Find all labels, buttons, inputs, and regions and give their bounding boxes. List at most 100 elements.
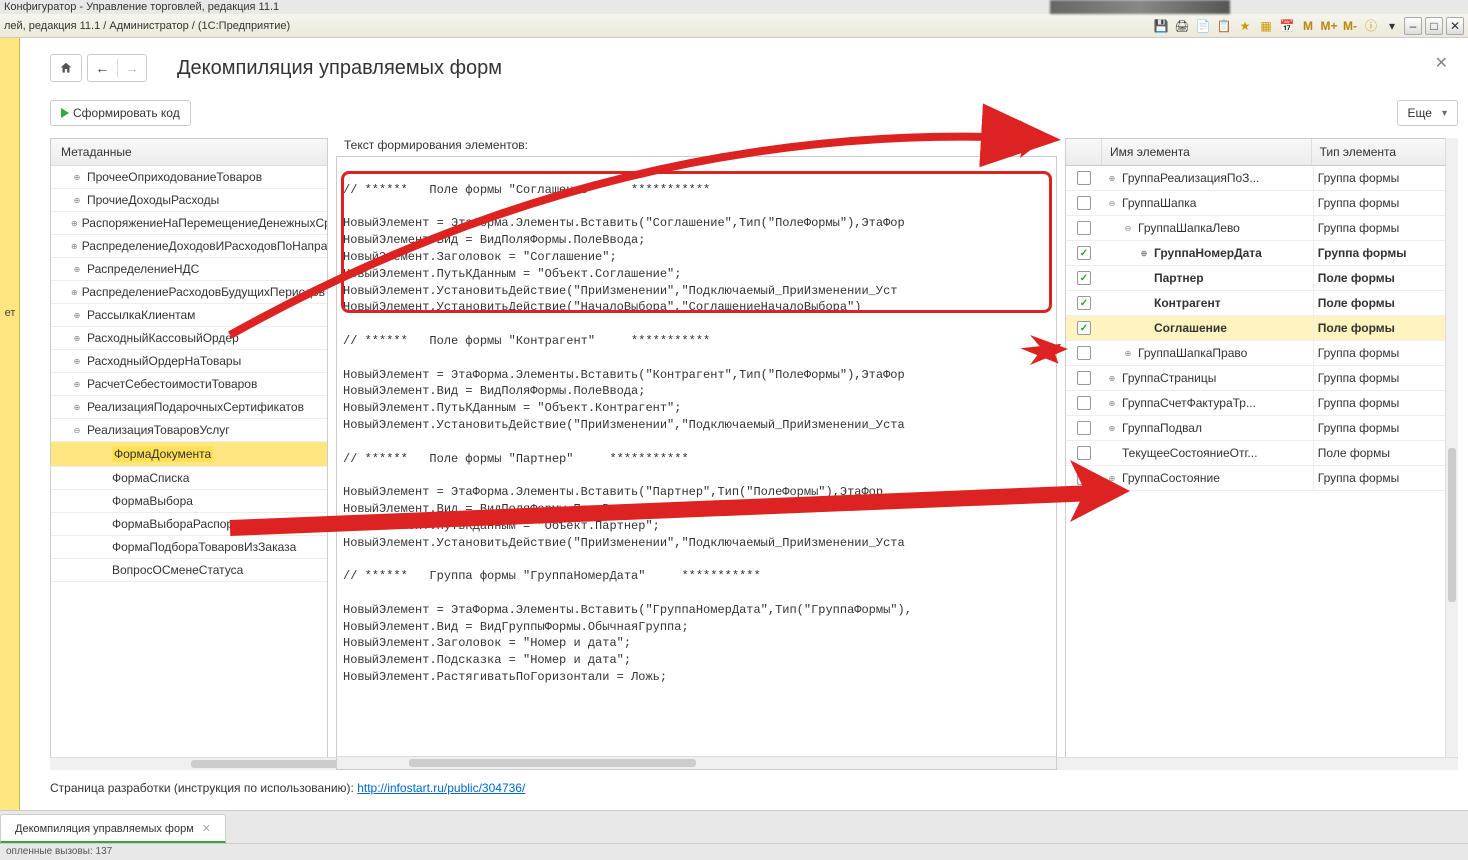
code-textarea[interactable]: // ****** Поле формы "Соглашение" ******… xyxy=(336,156,1057,770)
checkbox[interactable] xyxy=(1077,396,1091,410)
dropdown-icon[interactable]: ▾ xyxy=(1383,17,1401,35)
tab-close-icon[interactable]: ✕ xyxy=(202,822,211,835)
expand-icon[interactable]: ⊕ xyxy=(71,173,83,182)
checkbox[interactable] xyxy=(1077,421,1091,435)
calendar-icon[interactable]: 📅 xyxy=(1278,17,1296,35)
expand-icon[interactable]: ⊕ xyxy=(71,242,78,251)
table-row[interactable]: ⊕ГруппаШапкаПравоГруппа формы xyxy=(1066,341,1457,366)
tree-item[interactable]: ⊕РасчетСебестоимостиТоваров xyxy=(51,373,327,396)
back-icon[interactable]: ← xyxy=(88,60,117,76)
expand-icon[interactable]: ⊕ xyxy=(1106,424,1118,433)
table-row[interactable]: ✓⊕ГруппаНомерДатаГруппа формы xyxy=(1066,241,1457,266)
calc-icon[interactable]: ▦ xyxy=(1257,17,1275,35)
close-page-button[interactable]: ✕ xyxy=(1435,53,1448,73)
table-row[interactable]: ТекущееСостояниеОтг...Поле формы xyxy=(1066,441,1457,466)
expand-icon[interactable]: ⊕ xyxy=(71,357,83,366)
minimize-button[interactable]: – xyxy=(1404,17,1422,35)
tree-item[interactable]: ВопросОСменеСтатуса xyxy=(51,559,327,582)
expand-icon[interactable]: ⊕ xyxy=(1106,374,1118,383)
tree-item[interactable]: ФормаПодбораТоваровИзЗаказа xyxy=(51,536,327,559)
expand-icon[interactable]: ⊕ xyxy=(71,219,78,228)
more-button[interactable]: Еще xyxy=(1397,100,1458,126)
expand-icon[interactable]: ⊕ xyxy=(1106,174,1118,183)
maximize-button[interactable]: □ xyxy=(1425,17,1443,35)
tab-decompile[interactable]: Декомпиляция управляемых форм ✕ xyxy=(0,814,226,843)
tree-item[interactable]: ⊕РаспоряжениеНаПеремещениеДенежныхСредст… xyxy=(51,212,327,235)
expand-icon[interactable]: ⊖ xyxy=(71,426,83,435)
col-type[interactable]: Тип элемента xyxy=(1312,139,1457,165)
checkbox[interactable] xyxy=(1077,371,1091,385)
code-panel: Текст формирования элементов: // ****** … xyxy=(336,138,1057,770)
tree-item[interactable]: ФормаСписка xyxy=(51,467,327,490)
col-name[interactable]: Имя элемента xyxy=(1102,139,1312,165)
checkbox[interactable] xyxy=(1077,346,1091,360)
checkbox[interactable]: ✓ xyxy=(1077,296,1091,310)
tree-item[interactable]: ⊕РассылкаКлиентам xyxy=(51,304,327,327)
checkbox[interactable] xyxy=(1077,171,1091,185)
checkbox[interactable] xyxy=(1077,471,1091,485)
tree-item[interactable]: ⊕ПрочееОприходованиеТоваров xyxy=(51,166,327,189)
expand-icon[interactable]: ⊕ xyxy=(1122,349,1134,358)
expand-icon[interactable]: ⊕ xyxy=(71,288,78,297)
elements-table[interactable]: ⊕ГруппаРеализацияПоЗ...Группа формы⊖Груп… xyxy=(1066,166,1457,769)
tree-item[interactable]: ⊕РаспределениеДоходовИРасходовПоНаправле… xyxy=(51,235,327,258)
copy-icon[interactable]: 📋 xyxy=(1215,17,1233,35)
checkbox[interactable] xyxy=(1077,196,1091,210)
tree-item[interactable]: ⊕РаспределениеРасходовБудущихПериодов xyxy=(51,281,327,304)
memory-mminus-icon[interactable]: M- xyxy=(1341,17,1359,35)
table-row[interactable]: ✓КонтрагентПоле формы xyxy=(1066,291,1457,316)
expand-icon[interactable]: ⊕ xyxy=(71,334,83,343)
checkbox[interactable]: ✓ xyxy=(1077,271,1091,285)
expand-icon[interactable]: ⊕ xyxy=(71,265,83,274)
tree-item[interactable]: ⊕РасходныйКассовыйОрдер xyxy=(51,327,327,350)
expand-icon[interactable]: ⊖ xyxy=(1106,199,1118,208)
expand-icon[interactable]: ⊕ xyxy=(1106,474,1118,483)
metadata-tree[interactable]: ⊕ПрочееОприходованиеТоваров⊕ПрочиеДоходы… xyxy=(51,166,327,769)
table-row[interactable]: ⊕ГруппаСтраницыГруппа формы xyxy=(1066,366,1457,391)
forward-icon[interactable]: → xyxy=(118,60,147,76)
generate-code-button[interactable]: Сформировать код xyxy=(50,100,191,126)
close-window-button[interactable]: ✕ xyxy=(1446,17,1464,35)
table-row[interactable]: ⊕ГруппаСчетФактураТр...Группа формы xyxy=(1066,391,1457,416)
checkbox[interactable]: ✓ xyxy=(1077,321,1091,335)
table-row[interactable]: ⊕ГруппаПодвалГруппа формы xyxy=(1066,416,1457,441)
scrollbar-h[interactable] xyxy=(337,756,1056,769)
tree-item[interactable]: ⊕РасходныйОрдерНаТовары xyxy=(51,350,327,373)
nav-back-forward[interactable]: ← → xyxy=(87,54,147,82)
table-row[interactable]: ⊖ГруппаШапкаГруппа формы xyxy=(1066,191,1457,216)
tree-item[interactable]: ФормаВыбора xyxy=(51,490,327,513)
expand-icon[interactable]: ⊕ xyxy=(71,311,83,320)
tree-item[interactable]: ФормаВыбораРаспоряжения xyxy=(51,513,327,536)
tree-item[interactable]: ⊕РаспределениеНДС xyxy=(51,258,327,281)
expand-icon[interactable]: ⊕ xyxy=(1106,399,1118,408)
memory-m-icon[interactable]: M xyxy=(1299,17,1317,35)
scrollbar-h[interactable] xyxy=(50,757,328,770)
home-button[interactable] xyxy=(50,54,82,82)
table-row[interactable]: ✓ПартнерПоле формы xyxy=(1066,266,1457,291)
star-icon[interactable]: ★ xyxy=(1236,17,1254,35)
save-icon[interactable]: 💾 xyxy=(1152,17,1170,35)
table-row[interactable]: ⊕ГруппаРеализацияПоЗ...Группа формы xyxy=(1066,166,1457,191)
expand-icon[interactable]: ⊕ xyxy=(71,380,83,389)
memory-mplus-icon[interactable]: M+ xyxy=(1320,17,1338,35)
tree-item[interactable]: ФормаДокумента xyxy=(51,442,327,467)
table-row[interactable]: ⊕ГруппаСостояниеГруппа формы xyxy=(1066,466,1457,491)
checkbox[interactable] xyxy=(1077,446,1091,460)
expand-icon[interactable]: ⊕ xyxy=(71,196,83,205)
info-icon[interactable]: ⓘ xyxy=(1362,17,1380,35)
checkbox[interactable] xyxy=(1077,221,1091,235)
table-row[interactable]: ✓СоглашениеПоле формы xyxy=(1066,316,1457,341)
expand-icon[interactable]: ⊖ xyxy=(1122,224,1134,233)
tree-item[interactable]: ⊕ПрочиеДоходыРасходы xyxy=(51,189,327,212)
footer-link[interactable]: http://infostart.ru/public/304736/ xyxy=(357,781,525,795)
left-sidebar-strip[interactable]: ет xyxy=(0,38,20,810)
tree-item[interactable]: ⊖РеализацияТоваровУслуг xyxy=(51,419,327,442)
table-row[interactable]: ⊖ГруппаШапкаЛевоГруппа формы xyxy=(1066,216,1457,241)
checkbox[interactable]: ✓ xyxy=(1077,246,1091,260)
tree-item[interactable]: ⊕РеализацияПодарочныхСертификатов xyxy=(51,396,327,419)
expand-icon[interactable]: ⊕ xyxy=(71,403,83,412)
expand-icon[interactable]: ⊕ xyxy=(1138,249,1150,258)
col-check[interactable] xyxy=(1066,139,1102,165)
print-icon[interactable]: 🖨 xyxy=(1173,17,1191,35)
doc-icon[interactable]: 📄 xyxy=(1194,17,1212,35)
